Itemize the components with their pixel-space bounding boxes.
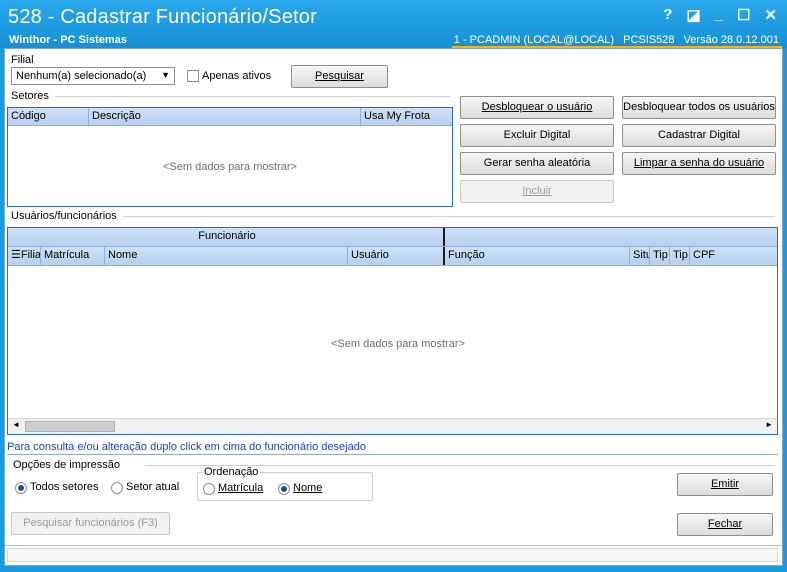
col-filial[interactable]: ☰Filia	[8, 247, 41, 265]
status-routine: PCSIS528	[623, 34, 675, 46]
setores-empty-message: <Sem dados para mostrar>	[163, 161, 297, 173]
col-situacao[interactable]: Situ	[630, 247, 650, 265]
form-client-area: Filial Nenhum(a) selecionado(a) ▼ Apenas…	[4, 48, 783, 566]
usuarios-grid[interactable]: Funcionário ☰Filia Matrícula Nome Usuári…	[7, 227, 778, 435]
help-icon[interactable]: ?	[663, 6, 672, 24]
col-usa-my-frota[interactable]: Usa My Frota	[361, 108, 452, 125]
scroll-right-icon[interactable]: ►	[765, 420, 773, 429]
scroll-thumb[interactable]	[25, 421, 115, 432]
status-bar	[5, 545, 782, 565]
status-info: 1 - PCADMIN (LOCAL@LOCAL) PCSIS528 Versã…	[448, 34, 779, 46]
col-cpf[interactable]: CPF	[690, 247, 777, 265]
setores-grid[interactable]: Código Descrição Usa My Frota <Sem dados…	[7, 107, 453, 207]
setores-divider	[55, 96, 450, 97]
limpar-senha-button[interactable]: Limpar a senha do usuário	[622, 152, 776, 175]
col-nome[interactable]: Nome	[105, 247, 348, 265]
setores-grid-header: Código Descrição Usa My Frota	[8, 108, 452, 126]
desbloquear-usuario-button[interactable]: Desbloquear o usuário	[460, 96, 614, 119]
scroll-left-icon[interactable]: ◄	[12, 420, 20, 429]
col-codigo[interactable]: Código	[8, 108, 89, 125]
emitir-button[interactable]: Emitir	[677, 473, 773, 496]
horizontal-scrollbar[interactable]: ◄ ►	[8, 418, 777, 434]
window-title: 528 - Cadastrar Funcionário/Setor	[8, 6, 317, 28]
setor-atual-label: Setor atual	[126, 481, 180, 493]
filial-selected-value: Nenhum(a) selecionado(a)	[16, 70, 147, 82]
status-version: Versão 28.0.12.001	[683, 34, 779, 46]
usuarios-divider	[123, 216, 775, 217]
fechar-button[interactable]: Fechar	[677, 513, 773, 536]
chevron-down-icon: ▼	[161, 70, 170, 80]
todos-setores-radio[interactable]	[15, 482, 27, 494]
usuarios-label: Usuários/funcionários	[11, 210, 117, 222]
col-usuario[interactable]: Usuário	[348, 247, 445, 265]
status-bar-panel	[7, 548, 778, 562]
col-funcao[interactable]: Função	[445, 247, 630, 265]
impressao-label: Opções de impressão	[13, 459, 120, 471]
column-chooser-icon[interactable]: ☰	[11, 249, 21, 261]
ordenacao-nome-label: Nome	[293, 482, 323, 494]
window-controls: ? ◪ _ ☐ ✕	[663, 6, 777, 24]
title-bar[interactable]: 528 - Cadastrar Funcionário/Setor Wintho…	[0, 0, 787, 48]
usuarios-band-header: Funcionário	[8, 228, 777, 247]
todos-setores-label: Todos setores	[30, 481, 99, 493]
ordenacao-matricula-label: Matrícula	[218, 482, 264, 494]
ordenacao-nome-radio[interactable]	[278, 483, 290, 495]
col-tipo-1[interactable]: Tip	[650, 247, 670, 265]
usuarios-grid-header: ☰Filia Matrícula Nome Usuário Função Sit…	[8, 247, 777, 266]
hint-text: Para consulta e/ou alteração duplo click…	[7, 441, 366, 453]
setores-label: Setores	[11, 90, 49, 102]
app-window: 528 - Cadastrar Funcionário/Setor Wintho…	[0, 0, 787, 572]
apenas-ativos-label: Apenas ativos	[202, 70, 272, 82]
filial-select[interactable]: Nenhum(a) selecionado(a) ▼	[11, 67, 175, 85]
ordenacao-matricula-radio[interactable]	[203, 483, 215, 495]
gerar-senha-button[interactable]: Gerar senha aleatória	[460, 152, 614, 175]
filial-label: Filial	[11, 54, 34, 66]
maximize-icon[interactable]: ☐	[737, 6, 750, 24]
desbloquear-todos-button[interactable]: Desbloquear todos os usuários	[622, 96, 776, 119]
band-funcionario: Funcionário	[8, 228, 445, 246]
restore-icon[interactable]: ◪	[686, 6, 700, 24]
ordenacao-label: Ordenação	[202, 466, 261, 478]
col-descricao[interactable]: Descrição	[89, 108, 361, 125]
window-subtitle: Winthor - PC Sistemas	[9, 34, 127, 46]
excluir-digital-button[interactable]: Excluir Digital	[460, 124, 614, 147]
incluir-button[interactable]: Incluir	[460, 180, 614, 203]
close-icon[interactable]: ✕	[764, 6, 777, 24]
usuarios-empty-message: <Sem dados para mostrar>	[331, 338, 465, 350]
pesquisar-button[interactable]: Pesquisar	[291, 65, 388, 88]
col-tipo-2[interactable]: Tip	[670, 247, 690, 265]
setor-atual-radio[interactable]	[111, 482, 123, 494]
apenas-ativos-checkbox[interactable]	[187, 70, 199, 82]
pesquisar-funcionarios-button[interactable]: Pesquisar funcionários (F3)	[11, 512, 170, 535]
col-matricula[interactable]: Matrícula	[41, 247, 105, 265]
hint-divider	[7, 454, 778, 455]
cadastrar-digital-button[interactable]: Cadastrar Digital	[622, 124, 776, 147]
status-user: 1 - PCADMIN (LOCAL@LOCAL)	[453, 34, 615, 46]
minimize-icon[interactable]: _	[715, 6, 723, 24]
